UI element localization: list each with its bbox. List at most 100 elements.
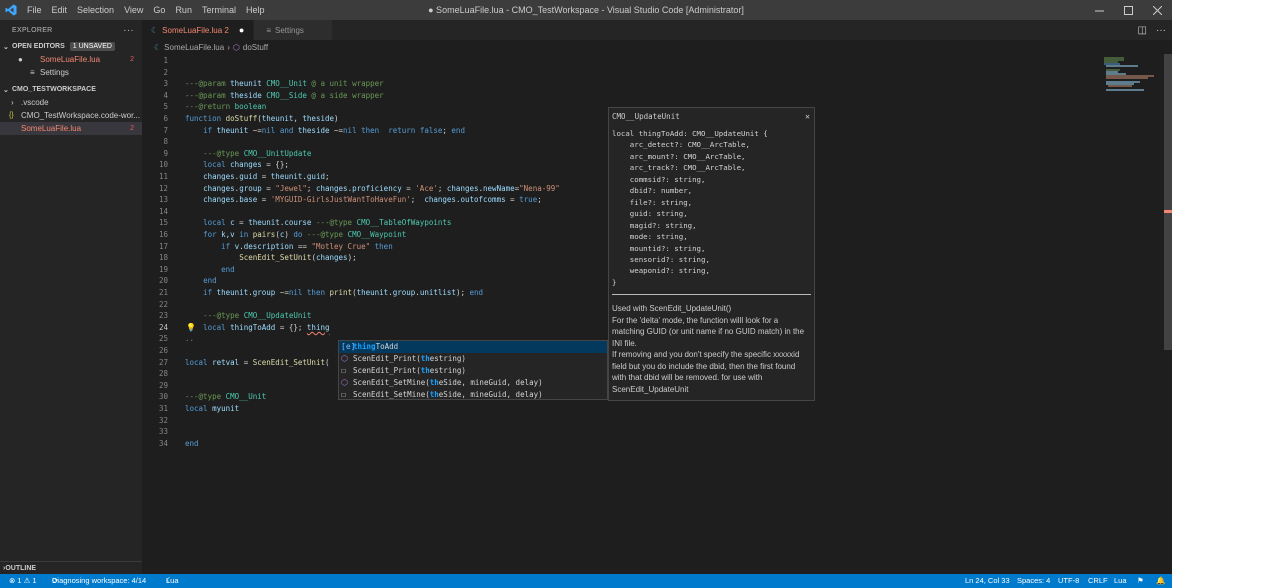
menu-view[interactable]: View (119, 0, 148, 20)
workspace-section[interactable]: ⌄ CMO_TESTWORKSPACE (0, 83, 142, 96)
line-number: 32 (158, 415, 168, 425)
explorer-sidebar: EXPLORER ··· ⌄ OPEN EDITORS 1 UNSAVED ● … (0, 20, 142, 574)
unsaved-dot-icon[interactable]: ● (18, 55, 32, 64)
code-line: if theunit.group ~=nil then print(theuni… (203, 288, 484, 297)
line-number: 27 (158, 357, 168, 367)
line-number: 14 (158, 206, 168, 216)
error-marker (1164, 210, 1172, 213)
tree-item-label: SomeLuaFile.lua (21, 124, 82, 133)
chevron-right-icon: › (11, 98, 14, 107)
variable-icon: [e] (341, 342, 356, 352)
line-number: 21 (158, 288, 168, 297)
line-number: 17 (158, 241, 168, 251)
suggestion-item[interactable]: [e] thingToAdd (339, 341, 607, 353)
line-number: 34 (158, 438, 168, 448)
vscode-window: File Edit Selection View Go Run Terminal… (0, 0, 1172, 588)
minimap[interactable] (1104, 54, 1164, 94)
suggestion-item[interactable]: ⬡ ScenEdit_Print(thestring) (339, 353, 607, 365)
settings-file-icon: ≡ (266, 25, 271, 35)
line-number: 6 (163, 114, 168, 123)
line-number: 1 (163, 56, 168, 65)
line-number: 13 (158, 195, 168, 205)
breadcrumb-symbol[interactable]: doStuff (243, 43, 268, 52)
line-number: 23 (158, 311, 168, 321)
eol-status[interactable]: CRLF (1088, 574, 1108, 588)
menu-selection[interactable]: Selection (72, 0, 119, 20)
line-number: 15 (158, 218, 168, 228)
code-line: changes.group = "Jewel"; changes.profici… (203, 183, 560, 193)
code-line: for k,v in pairs(c) do ---@type CMO__Way… (203, 230, 407, 239)
line-number: 22 (158, 299, 168, 309)
outline-section[interactable]: › OUTLINE (0, 561, 142, 574)
menu-file[interactable]: File (22, 0, 47, 20)
suggestion-item[interactable]: ☐ ScenEdit_SetMine(theSide, mineGuid, de… (339, 388, 607, 400)
line-number: 30 (158, 392, 168, 402)
maximize-icon[interactable] (1114, 0, 1143, 20)
open-editor-settings[interactable]: ≡ Settings (0, 66, 142, 79)
open-editors-section[interactable]: ⌄ OPEN EDITORS 1 UNSAVED (0, 40, 142, 53)
feedback-icon[interactable]: ⚑ (1137, 574, 1144, 588)
function-icon: ⬡ (341, 377, 348, 387)
more-actions-icon[interactable]: ··· (123, 25, 134, 36)
notifications-icon[interactable]: 🔔 (1156, 574, 1165, 588)
hover-tooltip: CMO__UpdateUnit ✕ local thingToAdd: CMO_… (608, 107, 815, 401)
problems-status[interactable]: ⊗ 1 ⚠ 1 (9, 574, 37, 588)
code-line: .. (185, 334, 195, 344)
tab-label: Settings (275, 25, 304, 35)
line-number: 4 (163, 90, 168, 100)
line-number: 10 (158, 160, 168, 170)
close-icon[interactable]: ✕ (805, 112, 810, 121)
tree-item-vscode-folder[interactable]: › .vscode (0, 96, 142, 109)
code-line: ---@type CMO__Unit (185, 392, 267, 402)
line-number: 31 (158, 404, 168, 413)
unsaved-dot-icon[interactable]: ● (239, 25, 244, 35)
line-number: 25 (158, 334, 168, 344)
suggestion-text: ScenEdit_Print(thestring) (353, 365, 466, 375)
suggestion-text: ScenEdit_SetMine(theSide, mineGuid, dela… (353, 377, 543, 387)
tree-item-workspace-file[interactable]: {} CMO_TestWorkspace.code-wor... (0, 109, 142, 122)
split-editor-icon[interactable]: ◫ (1138, 25, 1147, 36)
tree-item-someluafile[interactable]: SomeLuaFile.lua 2 (0, 122, 142, 135)
hover-doc-line: If removing and you don't specify the sp… (612, 350, 800, 394)
tab-settings[interactable]: ≡ Settings (254, 20, 333, 40)
hover-title: CMO__UpdateUnit (612, 112, 680, 121)
menu-terminal[interactable]: Terminal (197, 0, 241, 20)
line-number: 9 (163, 148, 168, 158)
menu-edit[interactable]: Edit (47, 0, 73, 20)
vertical-scrollbar[interactable] (1164, 54, 1172, 350)
snippet-icon: ☐ (341, 389, 346, 399)
line-number: 18 (158, 253, 168, 263)
settings-file-icon: ≡ (30, 68, 35, 77)
line-number: 28 (158, 369, 168, 379)
menu-run[interactable]: Run (170, 0, 197, 20)
tree-item-label: .vscode (21, 98, 49, 107)
explorer-header: EXPLORER ··· (0, 20, 142, 40)
cursor-position[interactable]: Ln 24, Col 33 (965, 574, 1010, 588)
suggestion-item[interactable]: ⬡ ScenEdit_SetMine(theSide, mineGuid, de… (339, 376, 607, 388)
code-line: ScenEdit_SetUnit(changes); (239, 253, 357, 263)
menu-go[interactable]: Go (148, 0, 170, 20)
minimize-icon[interactable] (1085, 0, 1114, 20)
code-line: end (185, 438, 199, 448)
language-mode[interactable]: Lua (1114, 574, 1127, 588)
breadcrumb-file[interactable]: SomeLuaFile.lua (164, 43, 224, 52)
indentation-status[interactable]: Spaces: 4 (1017, 574, 1050, 588)
more-actions-icon[interactable]: ··· (1156, 25, 1166, 36)
open-editor-someluafile[interactable]: ● SomeLuaFile.lua 2 (0, 53, 142, 66)
outline-title: OUTLINE (5, 564, 37, 572)
open-editors-title: OPEN EDITORS (12, 43, 65, 50)
suggestion-item[interactable]: ☐ ScenEdit_Print(thestring) (339, 365, 607, 377)
tab-label: SomeLuaFile.lua 2 (162, 25, 229, 35)
close-icon[interactable] (1143, 0, 1172, 20)
encoding-status[interactable]: UTF-8 (1058, 574, 1079, 588)
code-line: changes.base = 'MYGUID-GirlsJustWantToHa… (203, 195, 542, 205)
tab-someluafile[interactable]: ☾ SomeLuaFile.lua 2 ● (142, 20, 255, 40)
lua-file-icon: ☾ (151, 25, 159, 35)
code-line: ---@param theunit CMO__Unit @ a unit wra… (185, 79, 384, 89)
breadcrumb: ☾ SomeLuaFile.lua › ⬡ doStuff (142, 40, 1172, 54)
code-line: local thingToAdd = {}; thing (203, 322, 330, 332)
hover-code: local thingToAdd: CMO__UpdateUnit { arc_… (612, 129, 768, 287)
line-number: 7 (163, 125, 168, 135)
menu-help[interactable]: Help (241, 0, 270, 20)
snippet-icon: ☐ (341, 365, 346, 375)
